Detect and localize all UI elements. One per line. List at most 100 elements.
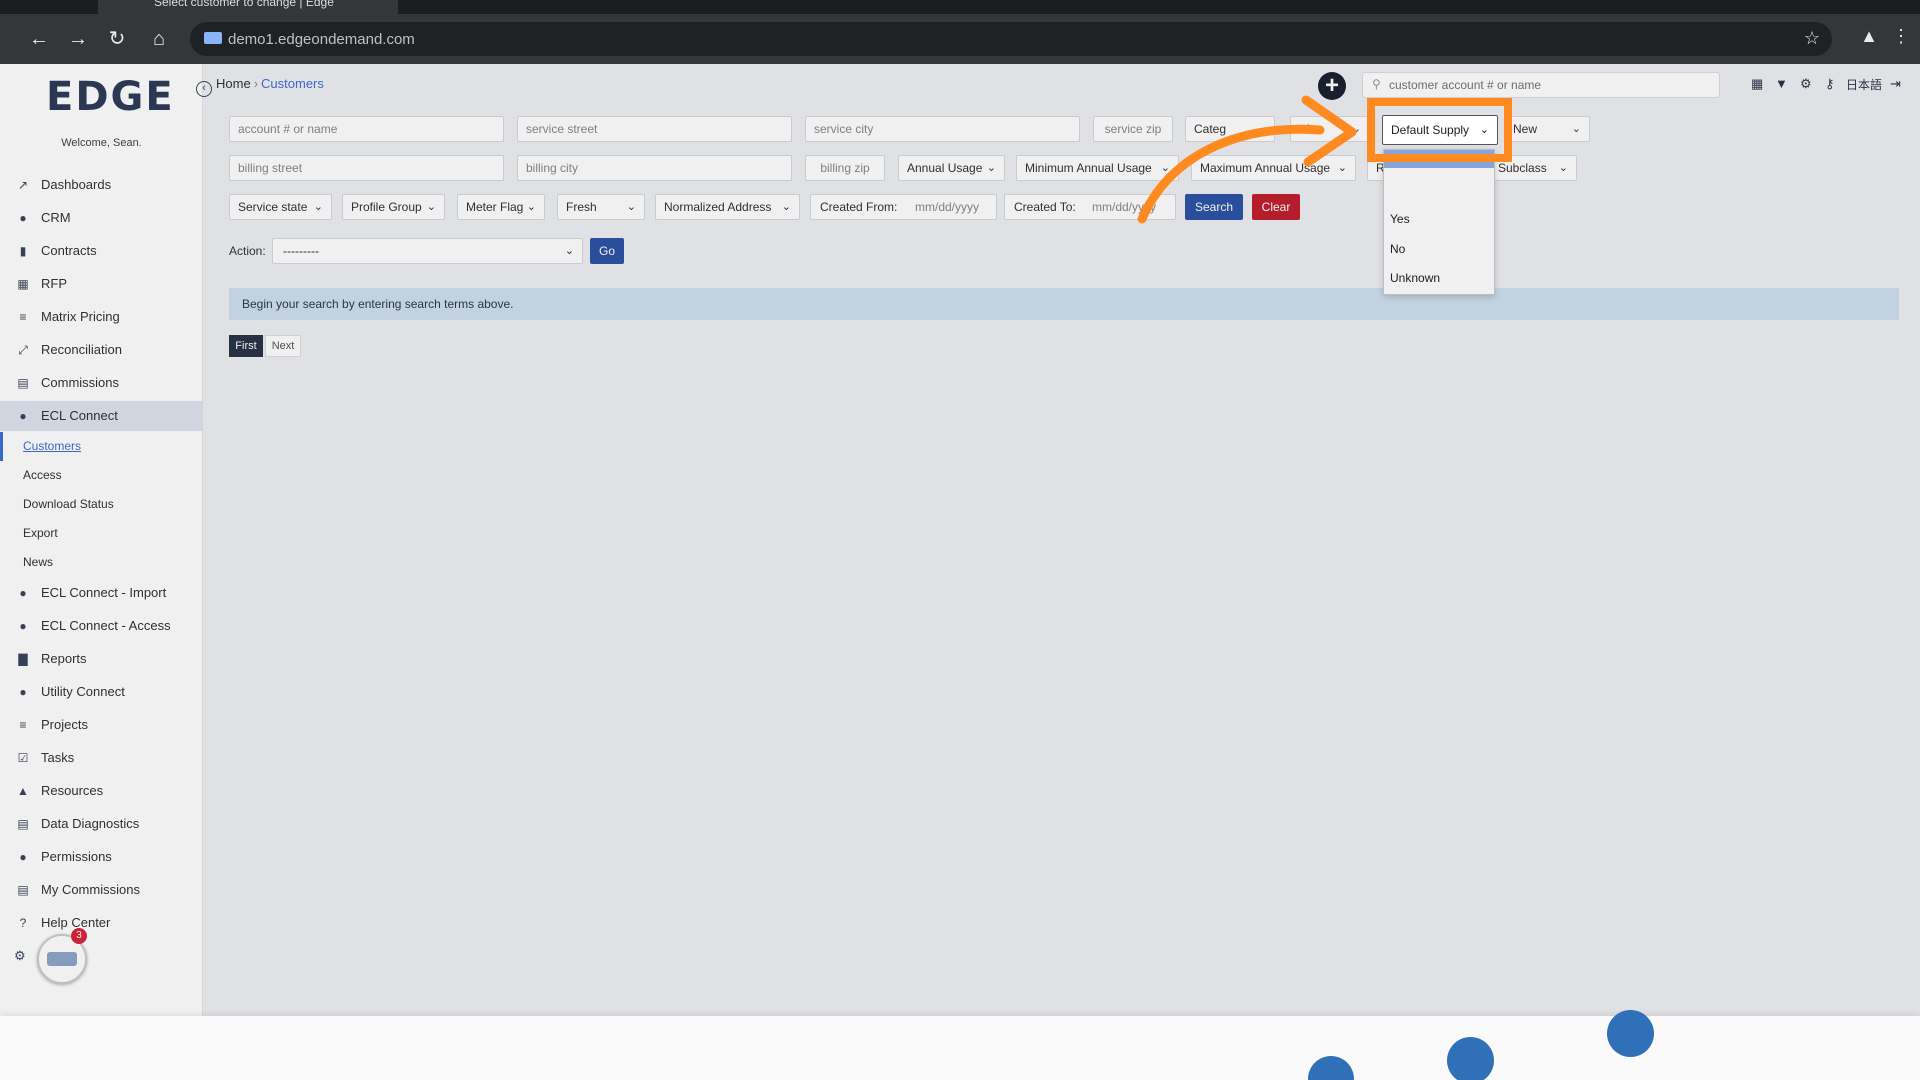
sidebar-item-reports[interactable]: ▇ Reports	[0, 644, 203, 674]
chevron-down-icon: ⌄	[526, 201, 536, 213]
option-no[interactable]: No	[1390, 242, 1405, 256]
avatar-image	[47, 952, 77, 966]
sidebar-item-permissions[interactable]: ● Permissions	[0, 842, 203, 872]
service-city-input[interactable]	[805, 116, 1080, 142]
list-icon: ≡	[19, 310, 27, 324]
service-state-select[interactable]: Service state ⌄	[229, 194, 332, 220]
sidebar-item-matrix-pricing[interactable]: ≡ Matrix Pricing	[0, 302, 203, 332]
sidebar-item-crm[interactable]: ● CRM	[0, 203, 203, 233]
header-search[interactable]: ⚲	[1362, 72, 1720, 98]
back-icon[interactable]: ←	[26, 26, 52, 52]
sidebar-item-ecl-connect-import[interactable]: ● ECL Connect - Import	[0, 578, 203, 608]
profile-group-select[interactable]: Profile Group ⌄	[342, 194, 445, 220]
annotation-arrow-icon	[1137, 95, 1357, 224]
folder-icon: ▲	[17, 784, 29, 798]
server-icon: ▤	[17, 817, 29, 831]
new-select[interactable]: New ⌄	[1506, 116, 1590, 142]
money-stack-icon: ▤	[17, 883, 29, 897]
user-link-icon: ●	[19, 586, 27, 600]
list-icon: ≡	[19, 718, 27, 732]
chevron-down-icon: ⌄	[1558, 162, 1568, 174]
billing-street-input[interactable]	[229, 155, 504, 181]
created-from-field[interactable]: Created From: mm/dd/yyyy	[810, 194, 997, 220]
sidebar-item-resources[interactable]: ▲ Resources	[0, 776, 203, 806]
bookmark-star-icon[interactable]: ☆	[1804, 28, 1820, 49]
go-button[interactable]: Go	[590, 238, 624, 264]
key-icon[interactable]: ⚷	[1825, 76, 1835, 92]
sidebar: EDGE Welcome, Sean. ↗ Dashboards ● CRM ▮ Co…	[0, 64, 203, 1016]
option-yes[interactable]: Yes	[1390, 212, 1410, 226]
breadcrumb-current[interactable]: Customers	[261, 76, 324, 91]
site-info-icon[interactable]	[204, 32, 222, 44]
sidebar-item-dashboards[interactable]: ↗ Dashboards	[0, 170, 203, 200]
option-unknown[interactable]: Unknown	[1390, 271, 1440, 285]
sidebar-item-ecl-connect-access[interactable]: ● ECL Connect - Access	[0, 611, 203, 641]
logout-icon[interactable]: ⇥	[1890, 76, 1901, 92]
sitemap-icon: ▦	[17, 277, 29, 291]
language-switch[interactable]: 日本語	[1846, 76, 1882, 93]
chevron-down-icon: ⌄	[313, 201, 323, 213]
home-icon[interactable]: ⌂	[146, 26, 172, 52]
browser-tab[interactable]: Select customer to change | Edge	[98, 0, 398, 14]
browser-tab-title: Select customer to change | Edge	[154, 0, 334, 9]
sidebar-item-data-diagnostics[interactable]: ▤ Data Diagnostics	[0, 809, 203, 839]
header-search-input[interactable]	[1389, 75, 1709, 95]
default-supply-options: Yes No Unknown	[1383, 149, 1495, 295]
plug-user-icon: ●	[19, 685, 27, 699]
account-input[interactable]	[229, 116, 504, 142]
question-icon: ?	[19, 916, 27, 930]
gear-icon[interactable]: ⚙	[1800, 76, 1812, 92]
chevron-down-icon: ⌄	[781, 201, 791, 213]
bell-icon[interactable]: ▼	[1775, 76, 1788, 91]
pager-first-button[interactable]: First	[229, 335, 263, 357]
sidebar-item-help-center[interactable]: ? Help Center	[0, 908, 203, 938]
sidebar-item-reconciliation[interactable]: ⤢ Reconciliation	[0, 335, 203, 365]
sidebar-subitem-download-status[interactable]: Download Status	[0, 490, 203, 519]
address-bar[interactable]: demo1.edgeondemand.com ☆	[190, 22, 1832, 56]
calendar-icon[interactable]: ▦	[1751, 76, 1763, 92]
sidebar-subitem-export[interactable]: Export	[0, 519, 203, 548]
sidebar-item-ecl-connect[interactable]: ● ECL Connect	[0, 401, 203, 431]
browser-menu-icon[interactable]: ⋮	[1888, 26, 1914, 47]
sidebar-item-projects[interactable]: ≡ Projects	[0, 710, 203, 740]
extensions-icon[interactable]: ▲	[1856, 26, 1882, 47]
decorative-dot	[1447, 1037, 1494, 1080]
user-link-icon: ●	[19, 619, 27, 633]
chevron-down-icon: ⌄	[564, 245, 574, 257]
back-circle-icon[interactable]: ‹	[196, 81, 212, 97]
url-text: demo1.edgeondemand.com	[228, 31, 415, 48]
sidebar-item-my-commissions[interactable]: ▤ My Commissions	[0, 875, 203, 905]
meter-flag-select[interactable]: Meter Flag ⌄	[457, 194, 545, 220]
sidebar-item-rfp[interactable]: ▦ RFP	[0, 269, 203, 299]
service-street-input[interactable]	[517, 116, 792, 142]
sidebar-item-tasks[interactable]: ☑ Tasks	[0, 743, 203, 773]
pager-next-button[interactable]: Next	[265, 335, 301, 357]
search-icon: ⚲	[1372, 77, 1381, 91]
breadcrumb-home[interactable]: Home	[216, 76, 251, 91]
sidebar-item-utility-connect[interactable]: ● Utility Connect	[0, 677, 203, 707]
sidebar-item-contracts[interactable]: ▮ Contracts	[0, 236, 203, 266]
billing-city-input[interactable]	[517, 155, 792, 181]
tasks-icon: ☑	[17, 751, 29, 765]
chart-line-icon: ↗	[17, 178, 29, 192]
default-supply-select[interactable]: Default Supply ⌄	[1382, 115, 1498, 145]
edge-logo[interactable]: EDGE	[46, 74, 175, 120]
sidebar-subitem-access[interactable]: Access	[0, 461, 203, 490]
annual-usage-select[interactable]: Annual Usage ⌄	[898, 155, 1005, 181]
user-lock-icon: ●	[19, 850, 27, 864]
sidebar-subitem-customers[interactable]: Customers	[0, 432, 203, 461]
action-select[interactable]: --------- ⌄	[272, 238, 583, 264]
reload-icon[interactable]: ↻	[104, 26, 130, 52]
users-icon: ●	[19, 211, 27, 225]
forward-icon[interactable]: →	[65, 26, 91, 52]
fresh-select[interactable]: Fresh ⌄	[557, 194, 645, 220]
user-link-icon: ●	[19, 409, 27, 423]
billing-zip-input[interactable]	[805, 155, 885, 181]
decorative-dot	[1607, 1010, 1654, 1057]
cogs-icon[interactable]: ⚙	[14, 948, 26, 964]
sidebar-item-commissions[interactable]: ▤ Commissions	[0, 368, 203, 398]
money-stack-icon: ▤	[17, 376, 29, 390]
welcome-text: Welcome, Sean.	[61, 137, 142, 149]
sidebar-subitem-news[interactable]: News	[0, 548, 203, 577]
normalized-address-select[interactable]: Normalized Address ⌄	[655, 194, 800, 220]
